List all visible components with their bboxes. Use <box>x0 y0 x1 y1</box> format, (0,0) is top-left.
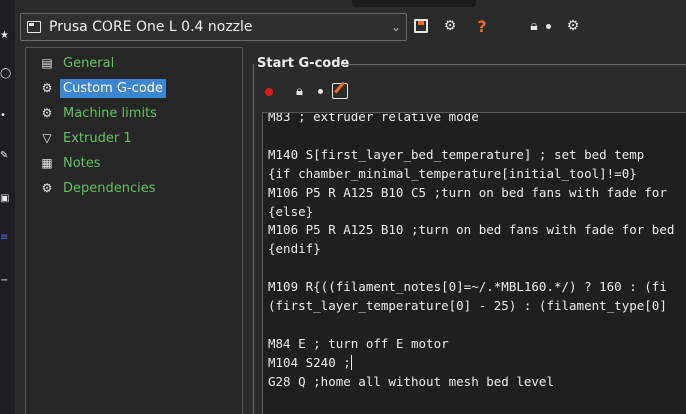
tree-item-label: Dependencies <box>63 180 156 196</box>
lock-icon[interactable]: 🔒︎ <box>296 84 310 100</box>
printer-icon: ▤ <box>41 56 53 70</box>
group-border-left <box>253 64 254 414</box>
circle-icon[interactable]: ◯ <box>0 68 11 80</box>
code-line: M140 S[first_layer_bed_temperature] ; se… <box>268 146 645 162</box>
star-icon[interactable]: ★ <box>0 30 10 42</box>
section-title: Start G-code <box>257 56 350 71</box>
left-toolbar-strip: ★ ◯ • ✎ ▣ ≡ − <box>0 0 15 414</box>
modified-indicator-icon <box>265 88 273 96</box>
dependencies-icon: ⚙ <box>41 181 53 195</box>
code-line: (first_layer_temperature[0] - 25) : (fil… <box>268 298 667 314</box>
preset-name: Prusa CORE One L 0.4 nozzle <box>49 19 253 35</box>
edit-icon[interactable] <box>332 83 348 99</box>
layers-icon[interactable]: ≡ <box>0 232 10 244</box>
gear-icon: ⚙ <box>41 81 53 95</box>
notes-icon: ▦ <box>41 156 53 170</box>
dot-icon[interactable]: • <box>0 110 10 122</box>
group-border-top <box>342 64 686 65</box>
code-line: {else} <box>268 203 314 219</box>
top-tab-edge[interactable] <box>352 0 476 7</box>
tree-item-dependencies[interactable]: ⚙ Dependencies <box>39 177 159 199</box>
code-line: G28 Q ;home all without mesh bed level <box>268 373 554 389</box>
lock-icon[interactable]: 🔒︎ <box>525 17 543 35</box>
tree-item-label: Machine limits <box>63 105 157 121</box>
gear-icon[interactable]: ⚙ <box>441 17 459 35</box>
question-icon[interactable]: ? <box>473 17 491 36</box>
tree-item-extruder-1[interactable]: ▽ Extruder 1 <box>39 127 135 149</box>
extruder-icon: ▽ <box>42 131 52 145</box>
dot-icon <box>318 89 323 94</box>
code-line: M84 E ; turn off E motor <box>268 335 449 351</box>
tree-item-notes[interactable]: ▦ Notes <box>39 152 104 174</box>
printer-preset-combo[interactable]: Prusa CORE One L 0.4 nozzle ⌄ <box>20 13 407 41</box>
code-line: M106 P5 R A125 B10 C5 ;turn on bed fans … <box>268 184 667 200</box>
tree-item-label: Notes <box>63 155 101 171</box>
tree-item-custom-gcode[interactable]: ⚙ Custom G-code <box>39 77 167 99</box>
code-line: {endif} <box>268 241 321 257</box>
cube-icon[interactable]: ▣ <box>0 193 10 205</box>
tree-item-label: Custom G-code <box>60 78 167 98</box>
code-line: M109 R{((filament_notes[0]=~/.*MBL160.*/… <box>268 279 667 295</box>
gcode-text[interactable]: M83 ; extruder relative mode M140 S[firs… <box>268 112 675 392</box>
tree-item-label: Extruder 1 <box>63 130 132 146</box>
code-line: {if chamber_minimal_temperature[initial_… <box>268 165 637 181</box>
save-icon[interactable] <box>414 19 428 33</box>
tree-item-machine-limits[interactable]: ⚙ Machine limits <box>39 102 160 124</box>
wrench-icon[interactable]: ✎ <box>0 150 10 162</box>
code-line: M104 S240 ; <box>268 354 352 370</box>
gear-icon: ⚙ <box>41 106 53 120</box>
chevron-down-icon[interactable]: ⌄ <box>386 14 406 40</box>
dot-icon <box>546 24 551 29</box>
tree-item-label: General <box>63 55 115 71</box>
dependency-icon[interactable]: ⚙ <box>564 17 582 35</box>
tree-item-general[interactable]: ▤ General <box>39 52 117 74</box>
code-line: M106 P5 R A125 B10 ;turn on bed fans wit… <box>268 222 675 238</box>
gcode-editor[interactable]: M83 ; extruder relative mode M140 S[firs… <box>262 112 686 414</box>
code-line: M83 ; extruder relative mode <box>268 112 479 124</box>
settings-tree: ▤ General ⚙ Custom G-code ⚙ Machine limi… <box>25 47 243 414</box>
printer-preset-icon <box>27 21 41 33</box>
minus-icon[interactable]: − <box>0 275 10 287</box>
text-caret <box>350 354 352 370</box>
